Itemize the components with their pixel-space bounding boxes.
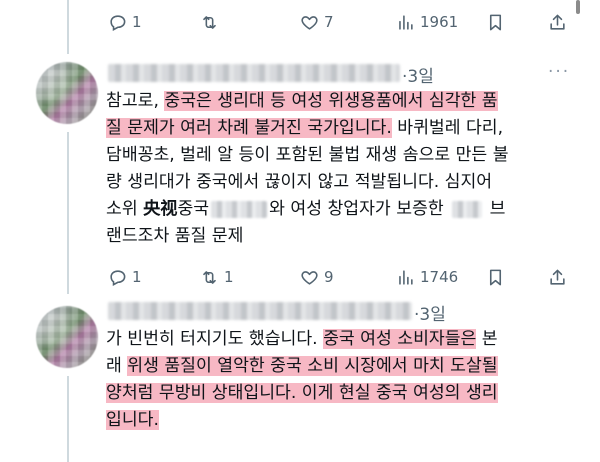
views-count: 1961 — [420, 12, 459, 31]
bookmark-button[interactable] — [486, 7, 510, 37]
like-button[interactable]: 9 — [300, 262, 334, 292]
reply-icon — [110, 269, 126, 286]
tweet-text: 가 빈번히 터지기도 했습니다. 중국 여성 소비자들은 본 래 위생 품질이 … — [106, 326, 576, 434]
like-button[interactable]: 7 — [300, 7, 334, 37]
reply-button[interactable]: 1 — [108, 7, 142, 37]
scrollbar[interactable] — [576, 0, 580, 14]
highlight: 중국은 생리대 등 여성 위생용품에서 심각한 품 — [164, 91, 498, 111]
bookmark-button[interactable] — [486, 262, 510, 292]
thread-line — [67, 376, 69, 462]
views-icon — [399, 269, 413, 285]
tweet-date[interactable]: ·3일 — [414, 300, 446, 325]
more-options-icon[interactable]: ··· — [548, 62, 570, 82]
tweet-text-line: 량 생리대가 중국에서 끊이지 않고 적발됩니다. 심지어 — [106, 172, 493, 192]
bookmark-icon — [489, 14, 502, 30]
tweet-text: 참고로, 중국은 생리대 등 여성 위생용품에서 심각한 품 질 문제가 여러 … — [106, 88, 576, 250]
redacted-text — [451, 200, 482, 218]
share-button[interactable] — [548, 7, 572, 37]
redacted-text — [211, 200, 268, 218]
avatar[interactable] — [36, 306, 98, 368]
heart-icon — [301, 15, 318, 30]
tweet-text-segment: 참고로, — [106, 91, 165, 111]
tweet-text-segment: 소위 — [106, 199, 144, 219]
action-bar-top: 1 7 1961 — [108, 7, 568, 37]
like-count: 7 — [324, 12, 334, 31]
reply-icon — [110, 14, 126, 31]
highlight: 양처럼 무방비 상태입니다. 이게 현실 중국 여성의 생리 — [106, 383, 498, 403]
tweet-text-line: 랜드조차 품질 문제 — [106, 226, 244, 246]
reply-count: 1 — [132, 12, 142, 31]
tweet-text-segment: 와 여성 창업자가 보증한 — [269, 199, 444, 219]
views-button[interactable]: 1961 — [396, 7, 458, 37]
share-icon — [550, 269, 565, 285]
avatar[interactable] — [36, 62, 98, 124]
tweet-text-segment: 브 — [489, 199, 506, 219]
share-icon — [550, 14, 565, 30]
tweet-date[interactable]: ·3일 — [402, 62, 434, 87]
tweet-text-segment: 가 빈번히 터지기도 했습니다. — [106, 329, 324, 349]
highlight: 중국 여성 소비자들은 — [323, 329, 477, 349]
share-button[interactable] — [548, 262, 572, 292]
retweet-count: 1 — [224, 267, 234, 286]
retweet-icon — [203, 15, 216, 29]
reply-button[interactable]: 1 — [108, 262, 142, 292]
views-icon — [399, 14, 413, 30]
reply-count: 1 — [132, 267, 142, 286]
tweet-text-segment: 중국 — [177, 199, 210, 219]
bookmark-icon — [489, 269, 502, 285]
retweet-button[interactable]: 1 — [200, 262, 234, 292]
retweet-button[interactable] — [200, 7, 224, 37]
retweet-icon — [203, 270, 216, 284]
highlight: 입니다. — [106, 410, 159, 430]
tweet-text-segment: 바퀴벌레 다리, — [391, 118, 504, 138]
highlight: 질 문제가 여러 차례 불거진 국가입니다. — [106, 118, 392, 138]
tweet-text-segment: 央视 — [143, 199, 178, 219]
thread-line — [67, 132, 69, 294]
views-button[interactable]: 1746 — [396, 262, 458, 292]
heart-icon — [301, 270, 318, 285]
tweet-text-segment: 본 — [476, 329, 498, 349]
thread-line-top — [67, 0, 69, 54]
action-bar: 1 1 9 1746 — [108, 262, 568, 292]
user-name-redacted[interactable] — [108, 64, 400, 82]
user-name-redacted[interactable] — [108, 302, 412, 320]
highlight: 위생 품질이 열악한 중국 소비 시장에서 마치 도살될 — [127, 356, 498, 376]
views-count: 1746 — [420, 267, 459, 286]
tweet-text-line: 담배꽁초, 벌레 알 등이 포함된 불법 재생 솜으로 만든 불 — [106, 145, 509, 165]
like-count: 9 — [324, 267, 334, 286]
tweet-text-segment: 래 — [106, 356, 128, 376]
